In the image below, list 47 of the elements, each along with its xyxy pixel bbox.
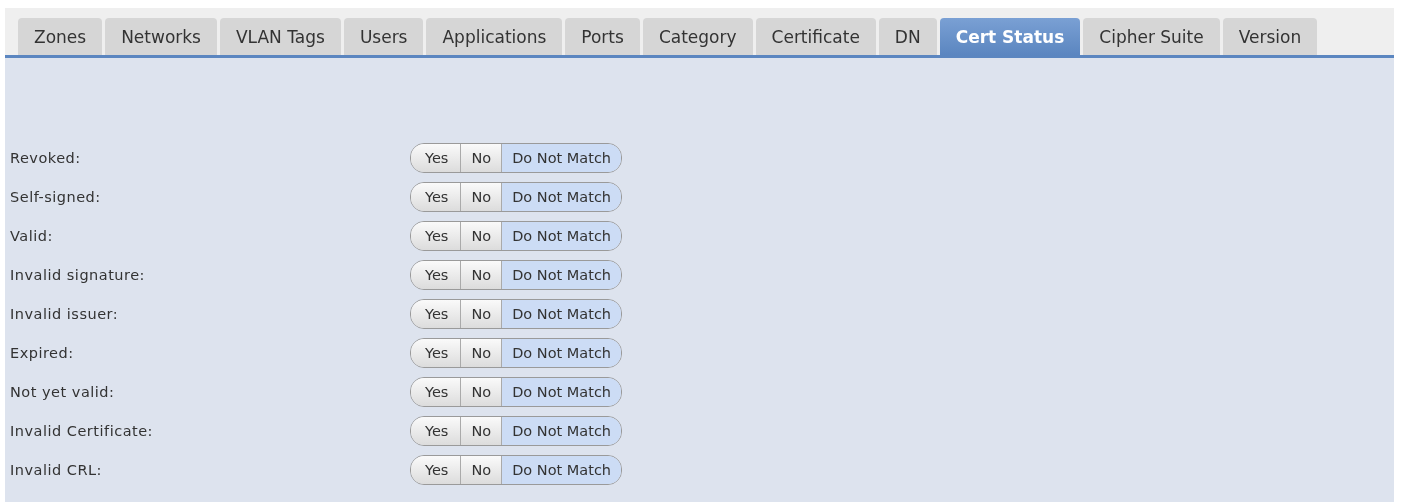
segment-option[interactable]: Yes xyxy=(411,183,461,211)
segment-option[interactable]: Do Not Match xyxy=(501,456,622,484)
segment-option[interactable]: Yes xyxy=(411,378,461,406)
segment-option[interactable]: Yes xyxy=(411,417,461,445)
segment-option[interactable]: No xyxy=(460,417,502,445)
tab[interactable]: Applications xyxy=(426,18,563,55)
field-label: Invalid CRL: xyxy=(10,462,103,478)
segment-option[interactable]: No xyxy=(460,183,502,211)
segment-option[interactable]: Do Not Match xyxy=(501,339,622,367)
segment-option[interactable]: Yes xyxy=(411,222,461,250)
tab[interactable]: Users xyxy=(343,18,424,55)
field-label: Invalid Certificate: xyxy=(10,423,154,439)
segment-option[interactable]: Yes xyxy=(411,339,461,367)
segment-option[interactable]: Do Not Match xyxy=(501,417,622,445)
field-label: Revoked: xyxy=(10,150,82,166)
field-label: Expired: xyxy=(10,345,75,361)
field-label: Self-signed: xyxy=(10,189,102,205)
segment-option[interactable]: Yes xyxy=(411,144,461,172)
segment-option[interactable]: Yes xyxy=(411,300,461,328)
tab[interactable]: Ports xyxy=(565,18,640,55)
tab[interactable]: VLAN Tags xyxy=(220,18,341,55)
segment-option[interactable]: No xyxy=(460,222,502,250)
tab[interactable]: DN xyxy=(878,18,937,55)
tab[interactable]: Certificate xyxy=(755,18,876,55)
tab[interactable]: Cipher Suite xyxy=(1083,18,1220,55)
tab[interactable]: Category xyxy=(642,18,753,55)
segment-option[interactable]: No xyxy=(460,300,502,328)
segment-option[interactable]: No xyxy=(460,456,502,484)
segment-option[interactable]: Do Not Match xyxy=(501,183,622,211)
segment-option[interactable]: No xyxy=(460,378,502,406)
field-label: Invalid signature: xyxy=(10,267,146,283)
segment-option[interactable]: Do Not Match xyxy=(501,300,622,328)
tab[interactable]: Zones xyxy=(18,18,103,55)
tab[interactable]: Version xyxy=(1222,18,1318,55)
segment-option[interactable]: No xyxy=(460,339,502,367)
segment-option[interactable]: Yes xyxy=(411,261,461,289)
field-label: Invalid issuer: xyxy=(10,306,120,322)
field-label: Valid: xyxy=(10,228,54,244)
segment-option[interactable]: Do Not Match xyxy=(501,378,622,406)
tab[interactable]: Networks xyxy=(105,18,217,55)
segment-option[interactable]: Yes xyxy=(411,456,461,484)
segment-option[interactable]: Do Not Match xyxy=(501,222,622,250)
segment-option[interactable]: No xyxy=(460,144,502,172)
segment-option[interactable]: No xyxy=(460,261,502,289)
field-label: Not yet valid: xyxy=(10,384,116,400)
segment-option[interactable]: Do Not Match xyxy=(501,261,622,289)
segment-option[interactable]: Do Not Match xyxy=(501,144,622,172)
